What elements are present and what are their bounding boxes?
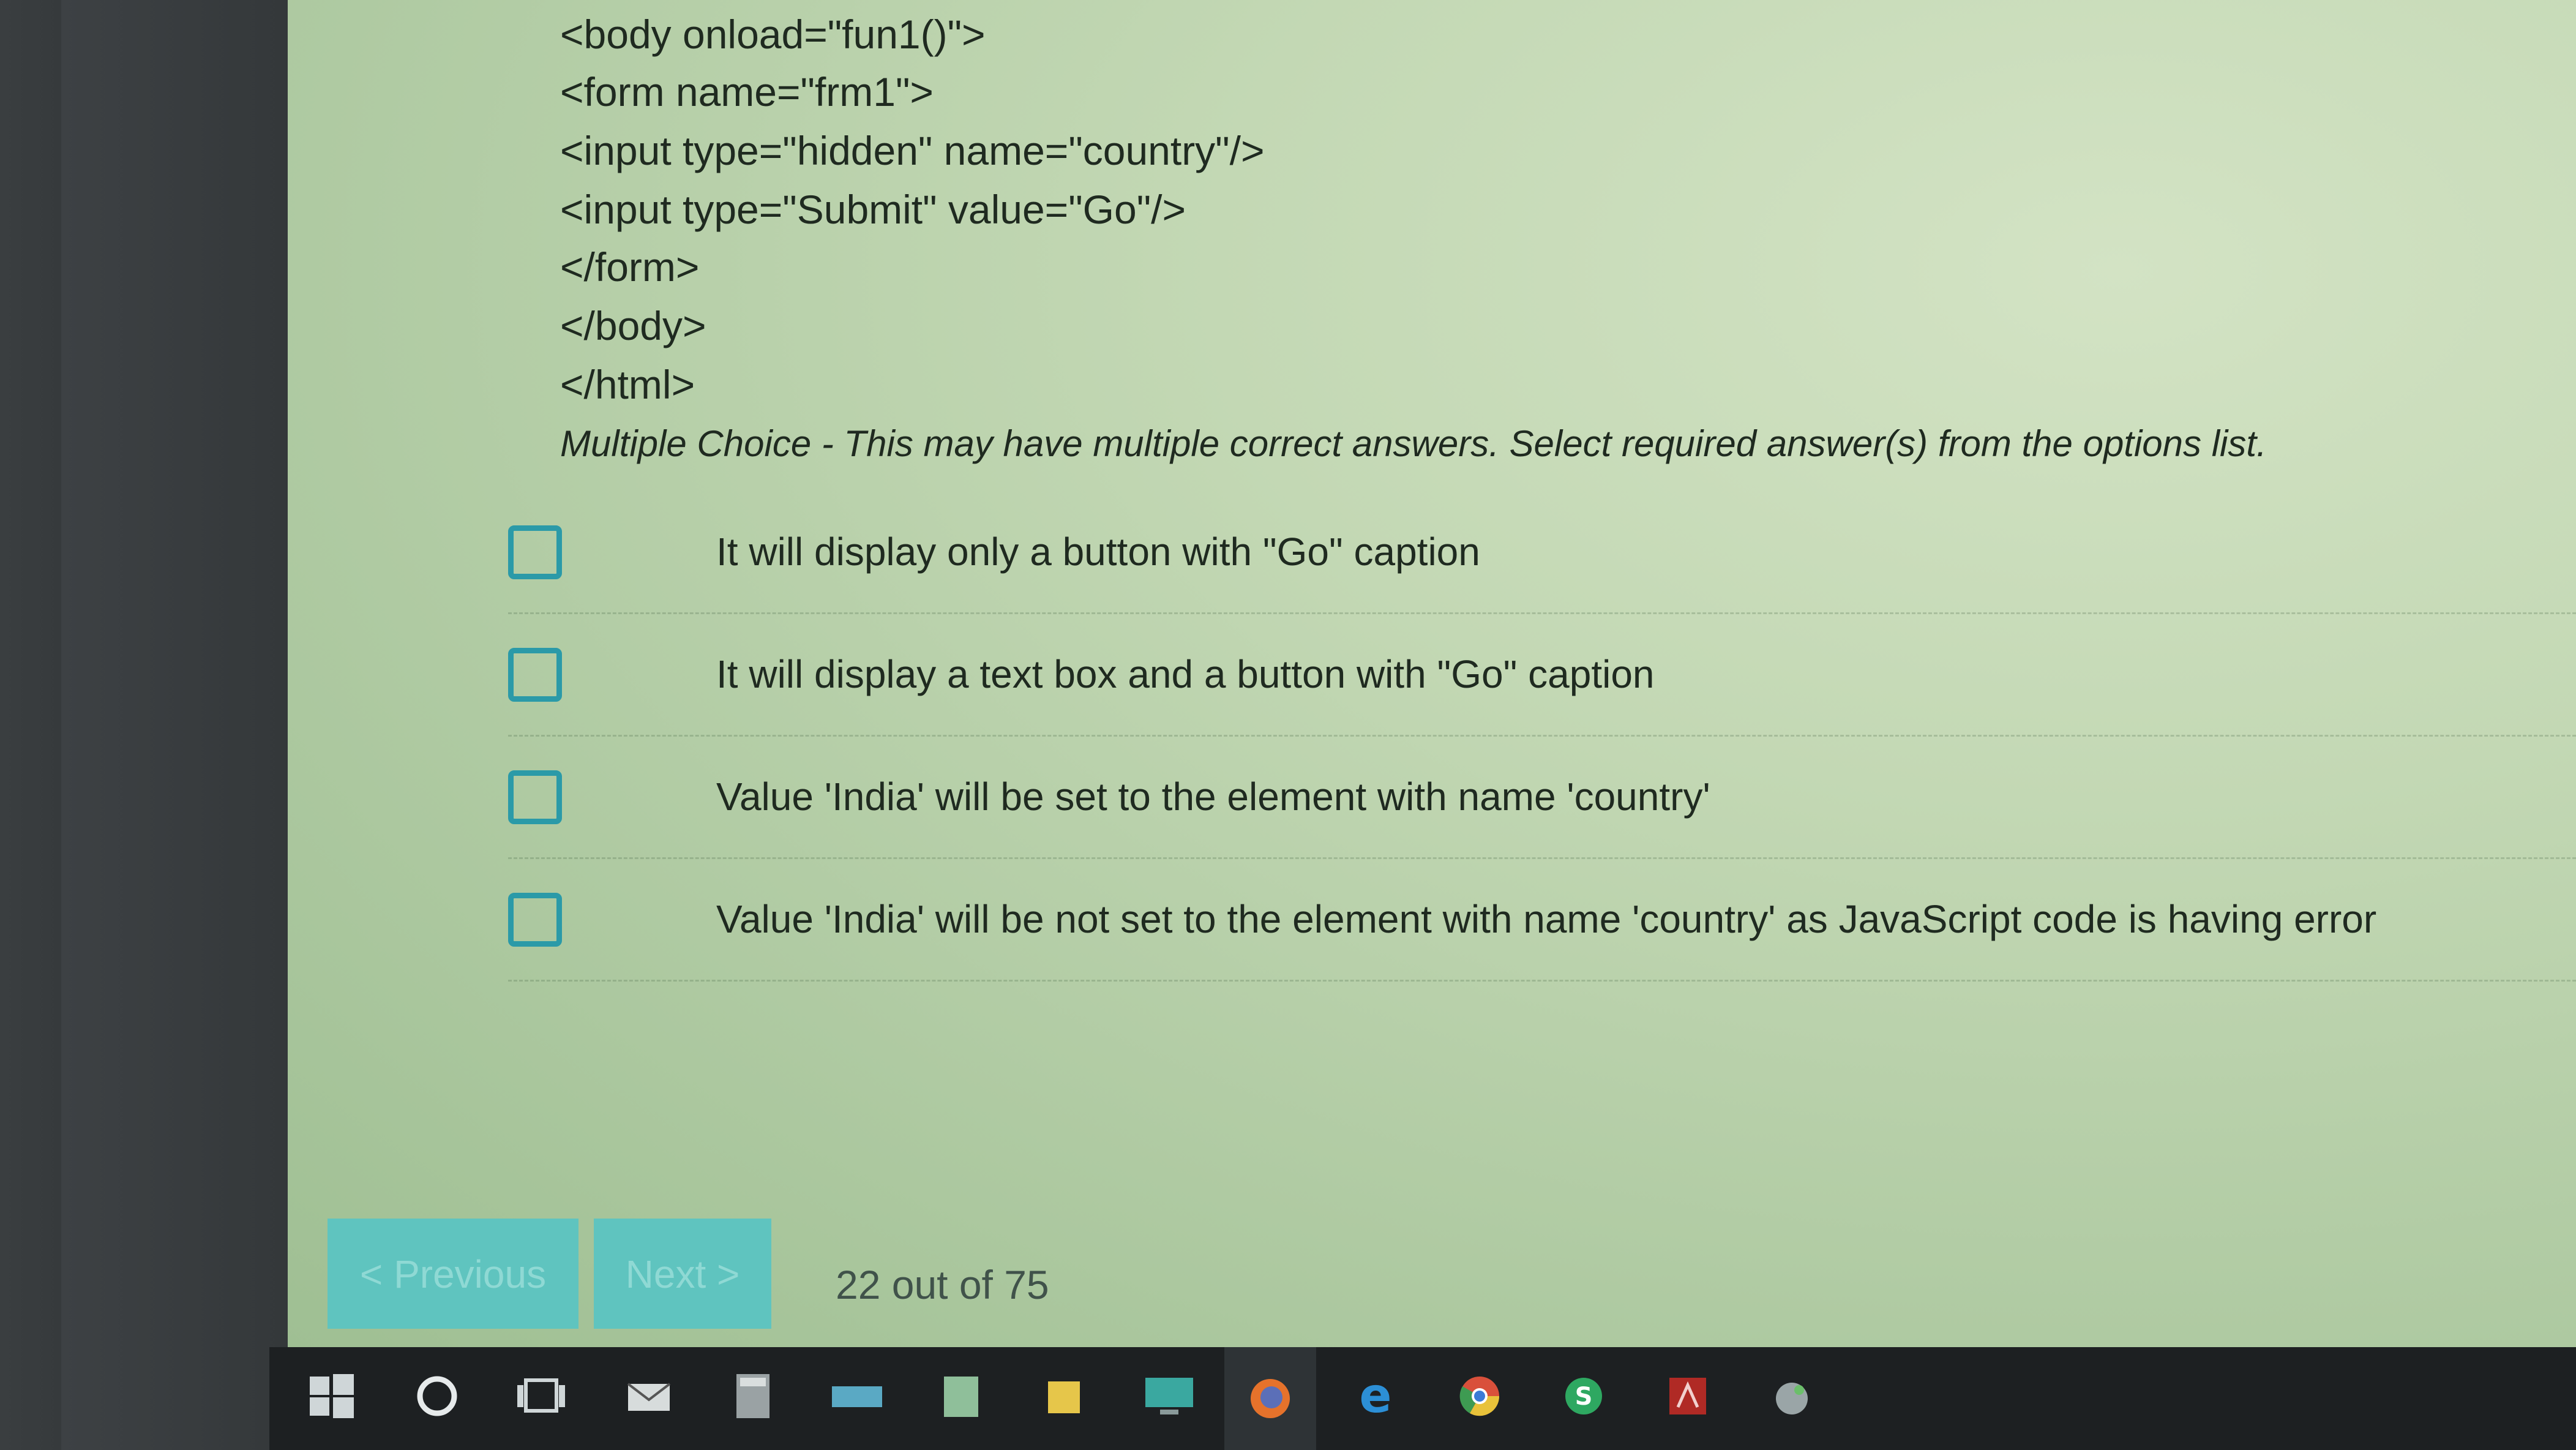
option-label[interactable]: It will display a text box and a button … bbox=[716, 652, 1655, 697]
code-line: <form name="frm1"> bbox=[560, 69, 934, 115]
option-label[interactable]: It will display only a button with "Go" … bbox=[716, 529, 1480, 574]
taskbar: e S bbox=[269, 1347, 2576, 1450]
chrome-icon[interactable] bbox=[1448, 1364, 1511, 1428]
previous-button[interactable]: < Previous bbox=[328, 1219, 578, 1329]
sticky-note-icon[interactable] bbox=[1033, 1364, 1097, 1428]
paint-icon[interactable] bbox=[1760, 1364, 1824, 1428]
code-line: </body> bbox=[560, 303, 706, 348]
notes-icon[interactable] bbox=[929, 1364, 993, 1428]
option-divider bbox=[508, 857, 2576, 859]
svg-text:S: S bbox=[1575, 1383, 1593, 1411]
windows-start-icon[interactable] bbox=[300, 1364, 364, 1428]
code-line: </html> bbox=[560, 362, 695, 407]
option-label[interactable]: Value 'India' will be not set to the ele… bbox=[716, 896, 2376, 942]
answer-option-3[interactable]: Value 'India' will be set to the element… bbox=[508, 770, 2576, 893]
option-checkbox[interactable] bbox=[508, 525, 562, 579]
task-view-icon[interactable] bbox=[509, 1364, 573, 1428]
option-label[interactable]: Value 'India' will be set to the element… bbox=[716, 774, 1710, 819]
question-instruction: Multiple Choice - This may have multiple… bbox=[560, 423, 2267, 464]
option-divider bbox=[508, 735, 2576, 737]
code-line: <body onload="fun1()"> bbox=[560, 12, 986, 57]
monitor-bezel-inner bbox=[61, 0, 288, 1450]
keyboard-icon[interactable] bbox=[825, 1364, 889, 1428]
edge-icon[interactable]: e bbox=[1344, 1364, 1407, 1428]
code-line: <input type="hidden" name="country"/> bbox=[560, 128, 1265, 173]
code-line: </form> bbox=[560, 244, 700, 290]
answer-option-4[interactable]: Value 'India' will be not set to the ele… bbox=[508, 893, 2576, 1015]
remote-desktop-icon[interactable] bbox=[1137, 1364, 1201, 1428]
option-checkbox[interactable] bbox=[508, 648, 562, 702]
acrobat-icon[interactable] bbox=[1656, 1364, 1720, 1428]
option-divider bbox=[508, 980, 2576, 982]
answer-option-1[interactable]: It will display only a button with "Go" … bbox=[508, 525, 2576, 648]
calculator-icon[interactable] bbox=[721, 1364, 785, 1428]
quiz-screen: <body onload="fun1()"> <form name="frm1"… bbox=[288, 0, 2576, 1347]
svg-text:e: e bbox=[1360, 1372, 1392, 1421]
next-button[interactable]: Next > bbox=[594, 1219, 771, 1329]
code-line: <input type="Submit" value="Go"/> bbox=[560, 187, 1186, 232]
cortana-circle-icon[interactable] bbox=[405, 1364, 469, 1428]
question-progress: 22 out of 75 bbox=[836, 1262, 1049, 1307]
firefox-icon[interactable] bbox=[1224, 1347, 1316, 1450]
option-divider bbox=[508, 612, 2576, 614]
answer-option-2[interactable]: It will display a text box and a button … bbox=[508, 648, 2576, 770]
option-checkbox[interactable] bbox=[508, 893, 562, 947]
mail-icon[interactable] bbox=[617, 1364, 681, 1428]
skype-icon[interactable]: S bbox=[1552, 1364, 1616, 1428]
option-checkbox[interactable] bbox=[508, 770, 562, 824]
